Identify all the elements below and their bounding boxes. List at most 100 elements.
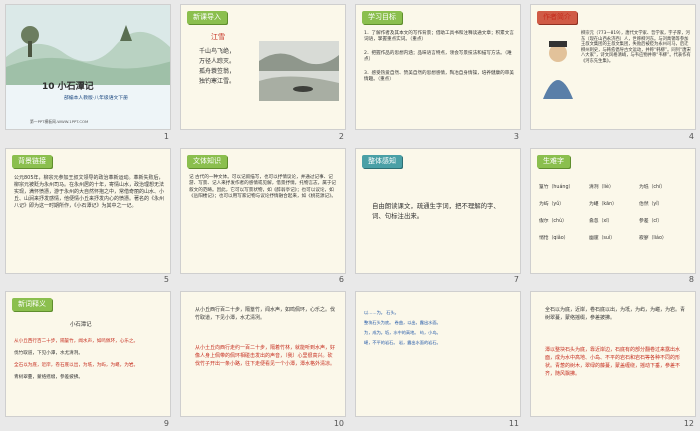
slide-thumbnail-10[interactable]: 从小丘西行百二十步，隔篁竹，闻水声，如鸣佩环，心乐之。伐竹取道，下见小潭，水尤清… — [175, 287, 350, 431]
note-item: 卷曲，以出，露出水面。 — [394, 320, 441, 326]
text-line: 青树翠蔓，蒙络摇缀，参差披拂。 — [14, 375, 83, 381]
note-item: 以……为。 — [364, 310, 385, 316]
slide-number: 8 — [688, 275, 694, 285]
goal-item: 3．感受热爱自然、赞美自然的思想感情，陶冶自身情操，培养健康的审美情趣。（重点） — [364, 71, 514, 82]
slide-3-canvas: 学习目标 1．了解作者及其本文的写作背景；借助工具书和注释读通文章；积累文言词语… — [355, 4, 521, 130]
slide-7-canvas: 整体感知 自由朗读课文，疏通生字词，把不理解的字、词、句标注出来。 — [355, 147, 521, 274]
vocab-row: 为屿（yǔ） 为嵁（kān） 佁然（yǐ） — [539, 196, 693, 213]
task-text: 自由朗读课文，疏通生字词，把不理解的字、词、句标注出来。 — [372, 201, 500, 220]
slide-number: 4 — [688, 131, 694, 141]
note-item: 嵁，不平的岩石。 — [364, 340, 398, 346]
title-landscape-icon — [6, 5, 170, 85]
author-portrait-icon — [543, 41, 573, 99]
slide-6-tab: 文体知识 — [187, 154, 227, 168]
vocab-row: 悄怆（qiǎo） 幽邃（suì） 寂寥（liáo） — [539, 230, 693, 247]
slide-number: 10 — [333, 418, 344, 428]
poem-line: 独钓寒江雪。 — [199, 78, 236, 85]
note-item: 整块石头为底。 — [364, 320, 394, 326]
vocab-item: 为坻（chí） — [639, 184, 666, 190]
goal-item: 2．把握作品的思想内涵；品味语言特点，领会写景技法和描写方法。（难点） — [364, 51, 512, 62]
note-item: 石头。 — [386, 310, 399, 316]
slide-4-canvas: 作者简介 柳宗元（773—819），唐代文学家、哲学家，字子厚，河东（现在山西永… — [530, 4, 696, 130]
snow-river-painting-icon — [259, 41, 339, 101]
slide-5-tab: 背景链接 — [12, 154, 52, 168]
slide-9-tab: 新词释义 — [12, 298, 52, 312]
slide-number: 1 — [163, 131, 169, 141]
slide-thumbnail-5[interactable]: 背景链接 公元805年，柳宗元参加王叔文领导的政治革新运动。革新失败后，柳宗元被… — [0, 144, 175, 288]
slide-number: 3 — [513, 131, 519, 141]
slide-1-canvas: 10 小石潭记 部编本人教版·八年级语文下册 第一PPT模板网-WWW.1PPT… — [5, 4, 171, 130]
vocab-item: 俶尔（chù） — [539, 218, 567, 224]
original-text: 从小丘西行百二十步，隔篁竹，闻水声，如鸣佩环，心乐之。伐竹取道，下见小潭，水尤清… — [195, 307, 336, 322]
vocab-item: 为嵁（kān） — [589, 201, 617, 207]
annotated-text: 从小丘西行百二十步，隔篁竹，闻水声，如鸣佩环，心乐之。 伐竹取道，下见小潭，水尤… — [14, 336, 164, 384]
slide-thumbnail-1[interactable]: 10 小石潭记 部编本人教版·八年级语文下册 第一PPT模板网-WWW.1PPT… — [0, 0, 175, 144]
genre-text: 记 古代的一种文体。可以记叙描写，也可以抒情议论，并通过记事、记游、写景、记人来… — [189, 174, 337, 200]
slide-thumbnail-4[interactable]: 作者简介 柳宗元（773—819），唐代文学家、哲学家，字子厚，河东（现在山西永… — [525, 0, 700, 144]
author-bio: 柳宗元（773—819），唐代文学家、哲学家，字子厚，河东（现在山西永济西）人，… — [581, 31, 691, 64]
vocab-row: 俶尔（chù） 翕忽（xī） 参差（cī） — [539, 213, 693, 230]
slide-5-canvas: 背景链接 公元805年，柳宗元参加王叔文领导的政治革新运动。革新失败后，柳宗元被… — [5, 147, 171, 274]
slide-thumbnail-9[interactable]: 新词释义 小石潭记 从小丘西行百二十步，隔篁竹，闻水声，如鸣佩环，心乐之。 伐竹… — [0, 287, 175, 431]
slide-11-canvas: 以……为。 石头。 整块石头为底。 卷曲，以出，露出水面。 为，成为。坻，水中的… — [355, 291, 521, 418]
poem-title: 江雪 — [211, 33, 225, 41]
slide-1-footer: 第一PPT模板网-WWW.1PPT.COM — [30, 119, 89, 124]
slide-6-canvas: 文体知识 记 古代的一种文体。可以记叙描写，也可以抒情议论，并通过记事、记游、写… — [180, 147, 346, 274]
vocab-item: 参差（cī） — [639, 218, 663, 224]
vocab-item: 佁然（yǐ） — [639, 201, 663, 207]
text-line: 伐竹取道，下见小潭，水尤清冽。 — [14, 351, 83, 357]
slide-number: 5 — [163, 275, 169, 285]
slide-number: 11 — [508, 418, 519, 428]
slide-thumbnail-2[interactable]: 新课导入 江雪 千山鸟飞绝， 万径人踪灭。 孤舟蓑笠翁， 独钓寒江雪。 2 — [175, 0, 350, 144]
vocab-item: 悄怆（qiǎo） — [539, 235, 569, 241]
slide-number: 7 — [513, 275, 519, 285]
note-item: 为，成为。坻，水中的高地。 — [364, 330, 419, 336]
text-line: 从小丘西行百二十步，隔篁竹，闻水声，如鸣佩环，心乐之。 — [14, 339, 139, 345]
slide-thumbnail-3[interactable]: 学习目标 1．了解作者及其本文的写作背景；借助工具书和注释读通文章；积累文言词语… — [350, 0, 525, 144]
slide-8-tab: 生难字 — [537, 154, 570, 168]
slide-2-canvas: 新课导入 江雪 千山鸟飞绝， 万径人踪灭。 孤舟蓑笠翁， 独钓寒江雪。 — [180, 4, 346, 130]
vocab-table: 篁竹（huáng） 清冽（liè） 为坻（chí） 为屿（yǔ） 为嵁（kān） 佁然（… — [539, 179, 693, 247]
vocab-item: 翕忽（xī） — [589, 218, 613, 224]
slide-4-tab: 作者简介 — [537, 11, 577, 24]
text-line: 全石以为底，近岸，卷石底以出，为坻，为屿，为嵁，为岩。 — [14, 363, 139, 369]
background-text: 公元805年，柳宗元参加王叔文领导的政治革新运动。革新失败后，柳宗元被贬为永州司… — [14, 174, 165, 209]
poem-line: 万径人踪灭。 — [199, 58, 236, 65]
vocab-item: 篁竹（huáng） — [539, 184, 574, 190]
vocab-item: 幽邃（suì） — [589, 235, 616, 241]
slide-number: 9 — [163, 418, 169, 428]
poem-lines: 千山鸟飞绝， 万径人踪灭。 孤舟蓑笠翁， 独钓寒江雪。 — [199, 47, 235, 87]
slide-1-subtitle: 部编本人教版·八年级语文下册 — [64, 96, 128, 101]
slide-10-canvas: 从小丘西行百二十步，隔篁竹，闻水声，如鸣佩环，心乐之。伐竹取道，下见小潭，水尤清… — [180, 291, 346, 418]
original-text: 全石以为底，近岸，卷石底以出，为坻，为屿，为嵁，为岩。青树翠蔓，蒙络摇缀，参差披… — [545, 307, 686, 322]
translation-text: 从小土丘向西行走约一百二十步，隔着竹林，就能听到水声，好像人身上佩带的佩环相碰击… — [195, 345, 336, 368]
annotation-heading: 小石潭记 — [70, 322, 92, 329]
slide-1-title: 10 小石潭记 — [42, 82, 94, 92]
slide-number: 12 — [683, 418, 694, 428]
slide-3-tab: 学习目标 — [362, 11, 402, 24]
translation-text: 潭以整块石头为底，靠近岸边，石底有的部分翻卷过来露出水面，成为水中高地、小岛、不… — [545, 347, 681, 378]
goal-item: 1．了解作者及其本文的写作背景；借助工具书和注释读通文章；积累文言词语，掌握重点… — [364, 31, 514, 42]
vocab-item: 清冽（liè） — [589, 184, 614, 190]
notes-list: 以……为。 石头。 整块石头为底。 卷曲，以出，露出水面。 为，成为。坻，水中的… — [364, 308, 514, 348]
slide-thumbnail-7[interactable]: 整体感知 自由朗读课文，疏通生字词，把不理解的字、词、句标注出来。 7 — [350, 144, 525, 288]
slide-9-canvas: 新词释义 小石潭记 从小丘西行百二十步，隔篁竹，闻水声，如鸣佩环，心乐之。 伐竹… — [5, 291, 171, 418]
slide-12-canvas: 全石以为底，近岸，卷石底以出，为坻，为屿，为嵁，为岩。青树翠蔓，蒙络摇缀，参差披… — [530, 291, 696, 418]
slide-thumbnail-11[interactable]: 以……为。 石头。 整块石头为底。 卷曲，以出，露出水面。 为，成为。坻，水中的… — [350, 287, 525, 431]
slide-number: 2 — [338, 131, 344, 141]
note-item: 屿，小岛。 — [419, 330, 441, 336]
note-item: 岩，露出水面的岩石。 — [398, 340, 441, 346]
slide-number: 6 — [338, 275, 344, 285]
poem-line: 孤舟蓑笠翁， — [199, 68, 236, 75]
vocab-row: 篁竹（huáng） 清冽（liè） 为坻（chí） — [539, 179, 693, 196]
vocab-item: 寂寥（liáo） — [639, 235, 667, 241]
vocab-item: 为屿（yǔ） — [539, 201, 565, 207]
poem-line: 千山鸟飞绝， — [199, 48, 236, 55]
slide-2-tab: 新课导入 — [187, 11, 227, 24]
slide-7-tab: 整体感知 — [362, 154, 402, 168]
slide-thumbnail-12[interactable]: 全石以为底，近岸，卷石底以出，为坻，为屿，为嵁，为岩。青树翠蔓，蒙络摇缀，参差披… — [525, 287, 700, 431]
slide-sorter-grid: 10 小石潭记 部编本人教版·八年级语文下册 第一PPT模板网-WWW.1PPT… — [0, 0, 700, 431]
slide-thumbnail-8[interactable]: 生难字 篁竹（huáng） 清冽（liè） 为坻（chí） 为屿（yǔ） 为嵁（kān… — [525, 144, 700, 288]
slide-8-canvas: 生难字 篁竹（huáng） 清冽（liè） 为坻（chí） 为屿（yǔ） 为嵁（kān… — [530, 147, 696, 274]
slide-thumbnail-6[interactable]: 文体知识 记 古代的一种文体。可以记叙描写，也可以抒情议论，并通过记事、记游、写… — [175, 144, 350, 288]
